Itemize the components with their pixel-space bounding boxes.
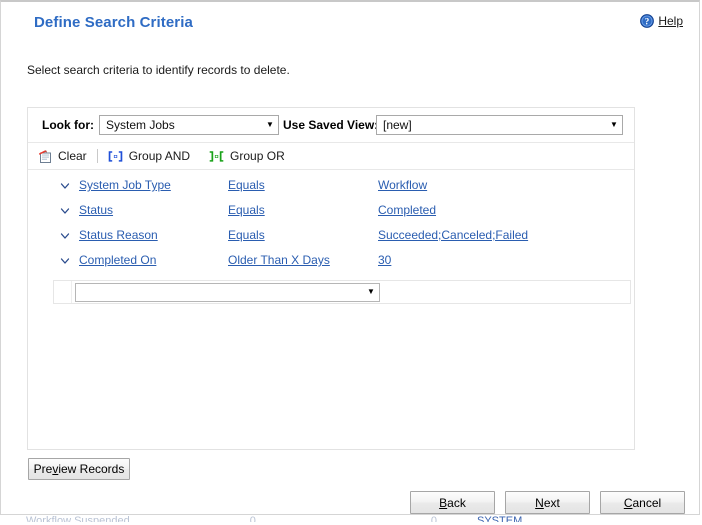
chevron-down-icon[interactable]: [58, 204, 72, 218]
clear-criteria-icon: [38, 149, 53, 164]
next-label: Next: [535, 496, 560, 510]
background-row: Workflow Suspended 0 0 SYSTEM: [0, 516, 702, 525]
criteria-value-link[interactable]: 30: [378, 253, 391, 267]
cancel-post: ancel: [632, 495, 662, 510]
new-criteria-row: ▼: [53, 280, 631, 304]
criteria-toolbar: Clear Group AND Group OR: [28, 143, 634, 170]
criteria-panel: Look for: System Jobs ▼ Use Saved View: …: [27, 107, 635, 450]
background-text-1: Workflow Suspended: [26, 516, 130, 522]
chevron-down-icon[interactable]: [58, 254, 72, 268]
criteria-field-link[interactable]: Status: [79, 203, 113, 217]
group-or-button[interactable]: Group OR: [206, 147, 291, 166]
criteria-value-link[interactable]: Completed: [378, 203, 436, 217]
page-title: Define Search Criteria: [34, 14, 193, 31]
background-text-4: SYSTEM: [477, 516, 523, 522]
criteria-field-link[interactable]: Status Reason: [79, 228, 158, 242]
group-and-label: Group AND: [128, 149, 191, 163]
cancel-button[interactable]: Cancel: [600, 491, 685, 514]
criteria-operator-link[interactable]: Equals: [228, 203, 265, 217]
back-accel: B: [439, 495, 448, 510]
intro-text: Select search criteria to identify recor…: [27, 63, 290, 77]
table-row: System Job Type Equals Workflow: [28, 174, 634, 199]
clear-button[interactable]: Clear: [36, 147, 93, 166]
help-label: Help: [658, 14, 683, 28]
define-search-criteria-dialog: Define Search Criteria ? Help Select sea…: [0, 0, 700, 515]
back-post: ack: [447, 495, 466, 510]
criteria-grid: System Job Type Equals Workflow Status E…: [28, 170, 634, 304]
look-for-label: Look for:: [42, 118, 94, 132]
background-text-2: 0: [249, 516, 256, 522]
new-criteria-field-select[interactable]: ▼: [75, 282, 380, 302]
group-and-brackets-icon: [107, 149, 124, 164]
group-or-label: Group OR: [230, 149, 285, 163]
svg-text:?: ?: [645, 16, 650, 26]
chevron-down-icon: ▼: [610, 120, 618, 129]
toolbar-divider: [96, 149, 98, 163]
back-button[interactable]: Back: [410, 491, 495, 514]
background-page-sliver: Workflow Suspended 0 0 SYSTEM: [0, 516, 702, 525]
criteria-operator-link[interactable]: Older Than X Days: [228, 253, 330, 267]
use-saved-view-label: Use Saved View:: [283, 118, 379, 132]
criteria-field-link[interactable]: System Job Type: [79, 178, 171, 192]
chevron-down-icon: ▼: [367, 287, 375, 296]
preview-records-post: iew Records: [58, 462, 125, 476]
look-for-value: System Jobs: [106, 118, 175, 132]
help-link[interactable]: ? Help: [640, 14, 683, 28]
lookfor-bar: Look for: System Jobs ▼ Use Saved View: …: [28, 108, 634, 143]
next-button[interactable]: Next: [505, 491, 590, 514]
criteria-value-link[interactable]: Succeeded;Canceled;Failed: [378, 228, 528, 242]
chevron-down-icon: ▼: [266, 120, 274, 129]
next-post: ext: [543, 495, 560, 510]
use-saved-view-select[interactable]: [new] ▼: [376, 115, 623, 135]
criteria-value-link[interactable]: Workflow: [378, 178, 427, 192]
row-gutter: [54, 281, 72, 303]
chevron-down-icon[interactable]: [58, 179, 72, 193]
back-label: Back: [439, 496, 466, 510]
cancel-label: Cancel: [624, 496, 661, 510]
preview-records-label: Preview Records: [34, 462, 125, 476]
next-accel: N: [535, 495, 544, 510]
background-text-3: 0: [430, 516, 437, 522]
preview-records-button[interactable]: Preview Records: [28, 458, 130, 480]
look-for-select[interactable]: System Jobs ▼: [99, 115, 279, 135]
criteria-operator-link[interactable]: Equals: [228, 228, 265, 242]
table-row: Status Reason Equals Succeeded;Canceled;…: [28, 224, 634, 249]
screen-root: Define Search Criteria ? Help Select sea…: [0, 0, 702, 525]
group-and-button[interactable]: Group AND: [105, 147, 196, 166]
use-saved-view-value: [new]: [383, 118, 412, 132]
table-row: Completed On Older Than X Days 30: [28, 249, 634, 274]
criteria-field-link[interactable]: Completed On: [79, 253, 156, 267]
group-or-brackets-icon: [208, 149, 225, 164]
help-circle-icon: ?: [640, 14, 655, 28]
chevron-down-icon[interactable]: [58, 229, 72, 243]
table-row: Status Equals Completed: [28, 199, 634, 224]
clear-label: Clear: [58, 149, 87, 163]
criteria-operator-link[interactable]: Equals: [228, 178, 265, 192]
preview-records-pre: Pre: [33, 462, 53, 476]
dialog-button-row: Back Next Cancel: [410, 491, 685, 514]
